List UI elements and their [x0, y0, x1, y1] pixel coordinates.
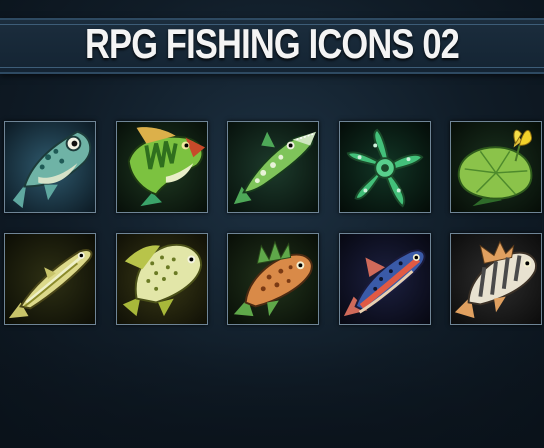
green-pike-icon[interactable] [227, 121, 319, 213]
green-bass-icon[interactable] [116, 121, 208, 213]
page-title: RPG FISHING ICONS 02 [85, 20, 460, 67]
teal-spotted-fish-icon[interactable] [4, 121, 96, 213]
orange-rockfish-icon[interactable] [227, 233, 319, 325]
green-starfish-icon[interactable] [339, 121, 431, 213]
yellow-herring-icon[interactable] [4, 233, 96, 325]
yellow-spotted-bream-icon[interactable] [116, 233, 208, 325]
icon-grid [4, 121, 544, 329]
striped-perch-icon[interactable] [450, 233, 542, 325]
background-floor [0, 340, 544, 448]
lily-pad-flower-icon[interactable] [450, 121, 542, 213]
red-blue-trout-icon[interactable] [339, 233, 431, 325]
